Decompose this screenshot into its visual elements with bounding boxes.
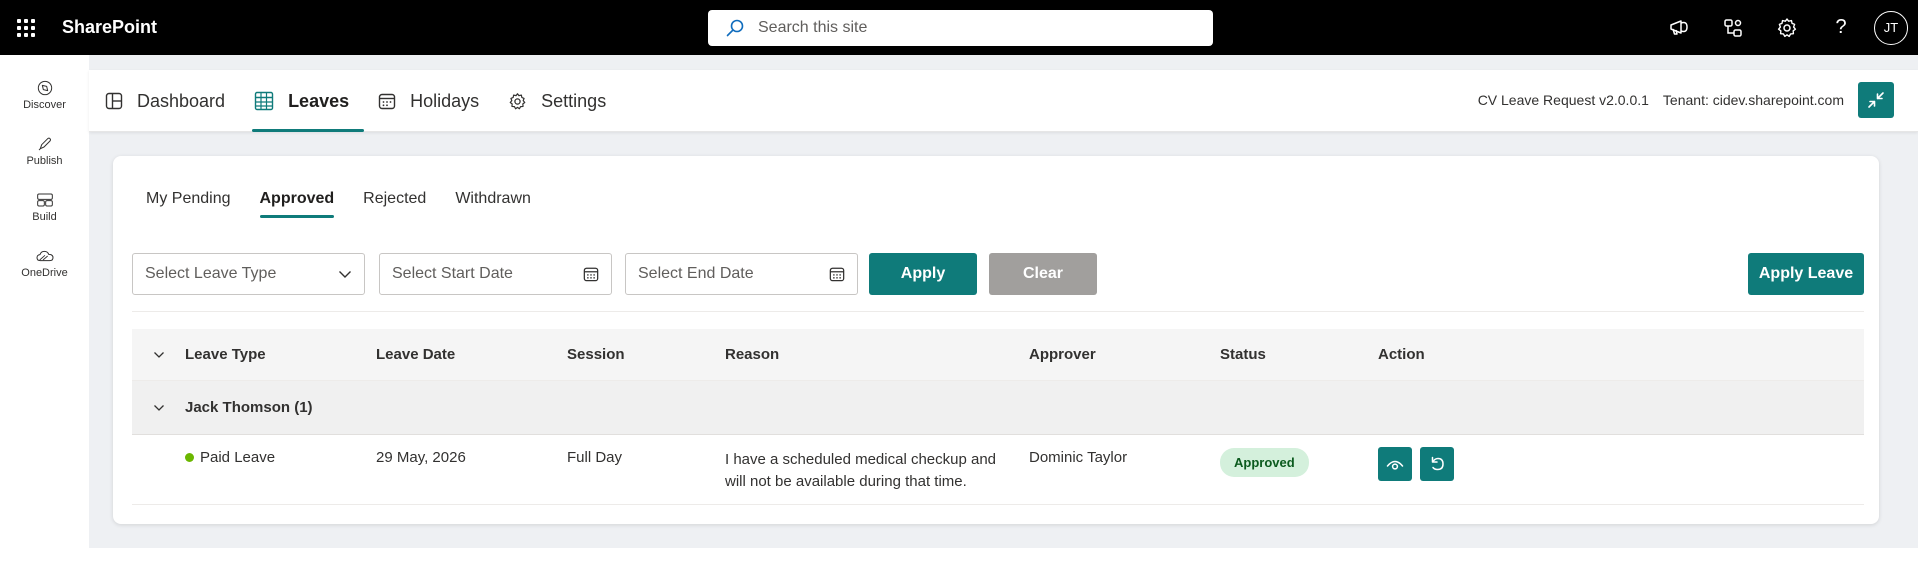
- tab-settings[interactable]: Settings: [508, 70, 621, 132]
- session-cell: Full Day: [567, 449, 623, 466]
- settings-button[interactable]: [1760, 0, 1814, 55]
- tenant-info: Tenant: cidev.sharepoint.com: [1662, 92, 1844, 108]
- avatar[interactable]: JT: [1874, 10, 1908, 45]
- column-header-leave-date[interactable]: Leave Date: [376, 346, 567, 363]
- approver-cell: Dominic Taylor: [1029, 449, 1128, 466]
- app-bar: Discover Publish Build OneDrive: [0, 55, 89, 562]
- start-date-picker[interactable]: Select Start Date: [379, 253, 612, 295]
- dashboard-icon: [105, 92, 123, 110]
- megaphone-icon: [1670, 19, 1688, 35]
- withdraw-button[interactable]: [1420, 447, 1454, 481]
- filter-bar: Select Leave Type Select Start Date Sele…: [132, 253, 1864, 311]
- appbar-item-publish[interactable]: Publish: [0, 111, 89, 167]
- collapse-icon: [1868, 92, 1884, 108]
- group-label: Jack Thomson (1): [185, 399, 313, 416]
- appbar-item-discover[interactable]: Discover: [0, 55, 89, 111]
- calendar-icon: [378, 93, 396, 110]
- tab-label: Holidays: [410, 90, 480, 111]
- appbar-item-onedrive[interactable]: OneDrive: [0, 223, 89, 279]
- column-header-reason[interactable]: Reason: [725, 344, 1029, 366]
- main-panel: Dashboard Leaves Holidays Settings CV Le…: [89, 70, 1918, 562]
- appbar-item-build[interactable]: Build: [0, 167, 89, 223]
- leave-date-cell: 29 May, 2026: [376, 449, 466, 466]
- group-header[interactable]: Jack Thomson (1): [132, 381, 1864, 435]
- column-header-approver[interactable]: Approver: [1029, 346, 1220, 363]
- tab-approved[interactable]: Approved: [259, 176, 334, 220]
- tab-label: Leaves: [288, 90, 350, 111]
- table-icon: [254, 91, 274, 111]
- help-button[interactable]: ?: [1814, 0, 1868, 55]
- calendar-icon: [829, 267, 845, 282]
- apply-filter-button[interactable]: Apply: [869, 253, 977, 295]
- next-section: [89, 548, 1918, 562]
- status-cell: Approved: [1220, 448, 1378, 477]
- group-toggle[interactable]: [132, 404, 185, 412]
- chevron-down-icon: [153, 404, 164, 411]
- appbar-label: Publish: [26, 155, 63, 167]
- collapse-button[interactable]: [1858, 82, 1894, 118]
- leaves-table: Leave Type Leave Date Session Reason App…: [132, 329, 1864, 505]
- app-version: CV Leave Request v2.0.0.1: [1477, 92, 1649, 108]
- clear-filter-button[interactable]: Clear: [989, 253, 1097, 295]
- share-nodes-icon: [1724, 18, 1742, 37]
- collapse-all-toggle[interactable]: [132, 351, 185, 359]
- eye-icon: [1386, 460, 1404, 470]
- tab-label: Dashboard: [137, 90, 226, 111]
- help-icon: ?: [1835, 16, 1847, 38]
- feed-button[interactable]: [1706, 0, 1760, 55]
- apply-leave-button[interactable]: Apply Leave: [1748, 253, 1864, 295]
- publish-icon: [38, 137, 51, 151]
- table-row[interactable]: Paid Leave 29 May, 2026 Full Day I have …: [132, 435, 1864, 505]
- calendar-icon: [583, 267, 599, 282]
- brand-title[interactable]: SharePoint: [62, 17, 157, 38]
- tab-dashboard[interactable]: Dashboard: [105, 70, 240, 132]
- tab-rejected[interactable]: Rejected: [363, 176, 426, 220]
- tab-holidays[interactable]: Holidays: [378, 70, 494, 132]
- chevron-down-icon: [339, 271, 351, 278]
- status-tabs: My Pending Approved Rejected Withdrawn: [146, 176, 560, 220]
- search-input[interactable]: Search this site: [758, 19, 867, 37]
- leave-type-cell: Paid Leave: [185, 449, 376, 466]
- appbar-label: OneDrive: [21, 267, 68, 279]
- leave-type-value: Paid Leave: [200, 449, 276, 466]
- view-button[interactable]: [1378, 447, 1412, 481]
- appbar-label: Discover: [23, 99, 66, 111]
- end-date-picker[interactable]: Select End Date: [625, 253, 858, 295]
- tab-my-pending[interactable]: My Pending: [146, 176, 231, 220]
- leaves-card: My Pending Approved Rejected Withdrawn S…: [113, 156, 1879, 524]
- start-date-placeholder: Select Start Date: [392, 265, 513, 282]
- search-box[interactable]: Search this site: [708, 10, 1213, 46]
- appbar-label: Build: [32, 211, 57, 223]
- undo-icon: [1431, 456, 1444, 471]
- tab-label: Settings: [541, 90, 607, 111]
- gear-icon: [1777, 17, 1797, 37]
- status-badge: Approved: [1220, 448, 1309, 477]
- search-icon: [726, 19, 744, 37]
- table-header: Leave Type Leave Date Session Reason App…: [132, 329, 1864, 381]
- gear-icon: [509, 92, 526, 109]
- top-nav: Dashboard Leaves Holidays Settings CV Le…: [89, 70, 1918, 132]
- column-header-session[interactable]: Session: [567, 346, 725, 363]
- discover-icon: [37, 80, 52, 96]
- column-header-leave-type[interactable]: Leave Type: [185, 346, 376, 363]
- chevron-down-icon: [153, 351, 164, 358]
- app-launcher-button[interactable]: [0, 0, 52, 55]
- suite-bar: SharePoint Search this site ? JT: [0, 0, 1918, 55]
- build-icon: [36, 193, 53, 207]
- action-cell: [1378, 447, 1538, 481]
- leave-type-dot: [185, 452, 194, 462]
- end-date-placeholder: Select End Date: [638, 265, 754, 282]
- leave-type-dropdown[interactable]: Select Leave Type: [132, 253, 365, 295]
- tab-leaves[interactable]: Leaves: [252, 70, 365, 132]
- megaphone-button[interactable]: [1652, 0, 1706, 55]
- column-header-status[interactable]: Status: [1220, 346, 1378, 363]
- divider: [132, 311, 1864, 312]
- tab-withdrawn[interactable]: Withdrawn: [455, 176, 531, 220]
- column-header-action: Action: [1378, 346, 1425, 363]
- leave-type-placeholder: Select Leave Type: [145, 265, 277, 282]
- waffle-icon: [17, 18, 35, 37]
- reason-cell: I have a scheduled medical checkup and w…: [725, 451, 997, 490]
- onedrive-icon: [36, 250, 53, 262]
